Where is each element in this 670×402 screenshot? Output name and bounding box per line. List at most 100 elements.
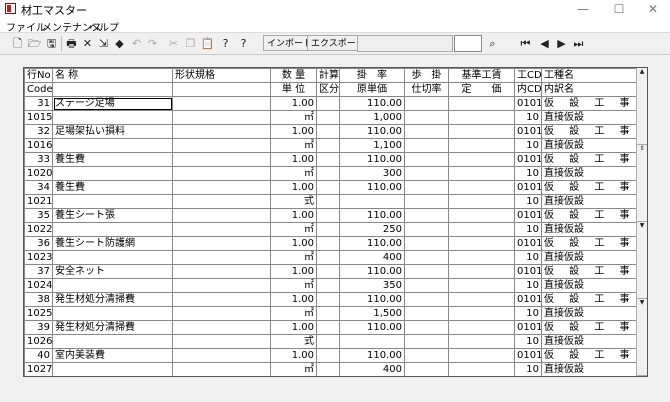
- labor-cell[interactable]: [448, 348, 515, 363]
- breakdown-name-cell[interactable]: 直接仮設: [541, 362, 639, 376]
- open-folder-icon[interactable]: 🗁: [27, 36, 42, 51]
- work-name-cell[interactable]: 仮 設 工 事: [541, 152, 639, 167]
- breakdown-code-cell[interactable]: 10: [514, 250, 542, 265]
- yield-cell[interactable]: [404, 292, 449, 307]
- breakdown-name-cell[interactable]: 直接仮設: [541, 306, 639, 321]
- spec-sub-cell[interactable]: [172, 278, 271, 293]
- list-price-cell[interactable]: [448, 166, 515, 181]
- unit-cell[interactable]: ㎡: [270, 278, 317, 293]
- rate-cell[interactable]: 110.00: [339, 208, 405, 223]
- diamond-icon[interactable]: ◆: [112, 36, 127, 51]
- code-cell[interactable]: 1021: [24, 194, 53, 209]
- table-row[interactable]: 1025 ㎡ 1,500 10 直接仮設: [24, 306, 639, 321]
- code-cell[interactable]: 1024: [24, 278, 53, 293]
- calc-cell[interactable]: [316, 236, 340, 251]
- spec-cell[interactable]: [172, 152, 271, 167]
- name-cell[interactable]: 発生材処分清掃費: [52, 320, 173, 335]
- work-code-cell[interactable]: 0101: [514, 320, 542, 335]
- spec-cell[interactable]: [172, 236, 271, 251]
- spec-sub-cell[interactable]: [172, 166, 271, 181]
- table-row[interactable]: 1020 ㎡ 300 10 直接仮設: [24, 166, 639, 181]
- code-cell[interactable]: 1025: [24, 306, 53, 321]
- calc-cell[interactable]: [316, 264, 340, 279]
- spec-cell[interactable]: [172, 348, 271, 363]
- name-cell[interactable]: 養生シート防護網: [52, 236, 173, 251]
- yield-sub-cell[interactable]: [404, 194, 449, 209]
- spec-sub-cell[interactable]: [172, 110, 271, 125]
- context-help-icon[interactable]: ?: [218, 36, 233, 51]
- calc-sub-cell[interactable]: [316, 138, 340, 153]
- print-icon[interactable]: 🖶: [64, 36, 79, 51]
- calc-cell[interactable]: [316, 152, 340, 167]
- table-row[interactable]: 34 養生費 1.00 110.00 0101 仮 設 工 事: [24, 180, 639, 195]
- first-record-icon[interactable]: ⏮: [518, 36, 533, 51]
- breakdown-code-cell[interactable]: 10: [514, 110, 542, 125]
- breakdown-name-cell[interactable]: 直接仮設: [541, 138, 639, 153]
- work-code-cell[interactable]: 0101: [514, 152, 542, 167]
- breakdown-name-cell[interactable]: 直接仮設: [541, 250, 639, 265]
- yield-cell[interactable]: [404, 320, 449, 335]
- row-no-cell[interactable]: 32: [24, 124, 53, 139]
- work-code-cell[interactable]: 0101: [514, 348, 542, 363]
- calc-cell[interactable]: [316, 180, 340, 195]
- breakdown-code-cell[interactable]: 10: [514, 166, 542, 181]
- labor-cell[interactable]: [448, 208, 515, 223]
- work-code-cell[interactable]: 0101: [514, 96, 542, 111]
- prev-record-icon[interactable]: ◀: [537, 36, 552, 51]
- yield-cell[interactable]: [404, 208, 449, 223]
- yield-cell[interactable]: [404, 152, 449, 167]
- redo-icon[interactable]: ↷: [145, 36, 160, 51]
- breakdown-code-cell[interactable]: 10: [514, 194, 542, 209]
- name-sub-cell[interactable]: [52, 306, 173, 321]
- code-cell[interactable]: 1015: [24, 110, 53, 125]
- table-row[interactable]: 40 室内美装費 1.00 110.00 0101 仮 設 工 事: [24, 348, 639, 363]
- row-no-cell[interactable]: 35: [24, 208, 53, 223]
- row-no-cell[interactable]: 40: [24, 348, 53, 363]
- unit-price-cell[interactable]: 1,100: [339, 138, 405, 153]
- table-row[interactable]: 1026 式 10 直接仮設: [24, 334, 639, 349]
- row-no-cell[interactable]: 31: [24, 96, 53, 111]
- name-sub-cell[interactable]: [52, 362, 173, 376]
- list-price-cell[interactable]: [448, 222, 515, 237]
- rate-cell[interactable]: 110.00: [339, 264, 405, 279]
- breakdown-name-cell[interactable]: 直接仮設: [541, 278, 639, 293]
- table-row[interactable]: 36 養生シート防護網 1.00 110.00 0101 仮 設 工 事: [24, 236, 639, 251]
- unit-price-cell[interactable]: [339, 194, 405, 209]
- name-sub-cell[interactable]: [52, 334, 173, 349]
- spec-sub-cell[interactable]: [172, 250, 271, 265]
- breakdown-name-cell[interactable]: 直接仮設: [541, 110, 639, 125]
- table-row[interactable]: 1023 ㎡ 400 10 直接仮設: [24, 250, 639, 265]
- calc-sub-cell[interactable]: [316, 166, 340, 181]
- table-row[interactable]: 31 ステージ足場 1.00 110.00 0101 仮 設 工 事: [24, 96, 639, 111]
- breakdown-code-cell[interactable]: 10: [514, 222, 542, 237]
- unit-cell[interactable]: 式: [270, 194, 317, 209]
- spec-cell[interactable]: [172, 180, 271, 195]
- scroll-up-arrow-icon[interactable]: ▲: [637, 68, 647, 145]
- unit-cell[interactable]: ㎡: [270, 306, 317, 321]
- rate-cell[interactable]: 110.00: [339, 292, 405, 307]
- labor-cell[interactable]: [448, 180, 515, 195]
- work-code-cell[interactable]: 0101: [514, 264, 542, 279]
- unit-price-cell[interactable]: 1,500: [339, 306, 405, 321]
- spec-sub-cell[interactable]: [172, 222, 271, 237]
- labor-cell[interactable]: [448, 264, 515, 279]
- help-bulb-icon[interactable]: ?: [236, 36, 251, 51]
- work-code-cell[interactable]: 0101: [514, 208, 542, 223]
- name-sub-cell[interactable]: [52, 278, 173, 293]
- spec-cell[interactable]: [172, 320, 271, 335]
- spec-cell[interactable]: [172, 292, 271, 307]
- unit-price-cell[interactable]: 400: [339, 250, 405, 265]
- code-cell[interactable]: 1020: [24, 166, 53, 181]
- quantity-cell[interactable]: 1.00: [270, 208, 317, 223]
- quantity-cell[interactable]: 1.00: [270, 124, 317, 139]
- name-cell[interactable]: 養生シート張: [52, 208, 173, 223]
- name-cell[interactable]: ステージ足場: [52, 96, 173, 111]
- work-name-cell[interactable]: 仮 設 工 事: [541, 96, 639, 111]
- binoculars-icon[interactable]: ⌕: [485, 36, 500, 51]
- spec-sub-cell[interactable]: [172, 138, 271, 153]
- yield-sub-cell[interactable]: [404, 362, 449, 376]
- breakdown-code-cell[interactable]: 10: [514, 138, 542, 153]
- unit-cell[interactable]: ㎡: [270, 250, 317, 265]
- vertical-scrollbar[interactable]: ▲ ⇕ ▼ ▼: [636, 68, 647, 376]
- list-price-cell[interactable]: [448, 306, 515, 321]
